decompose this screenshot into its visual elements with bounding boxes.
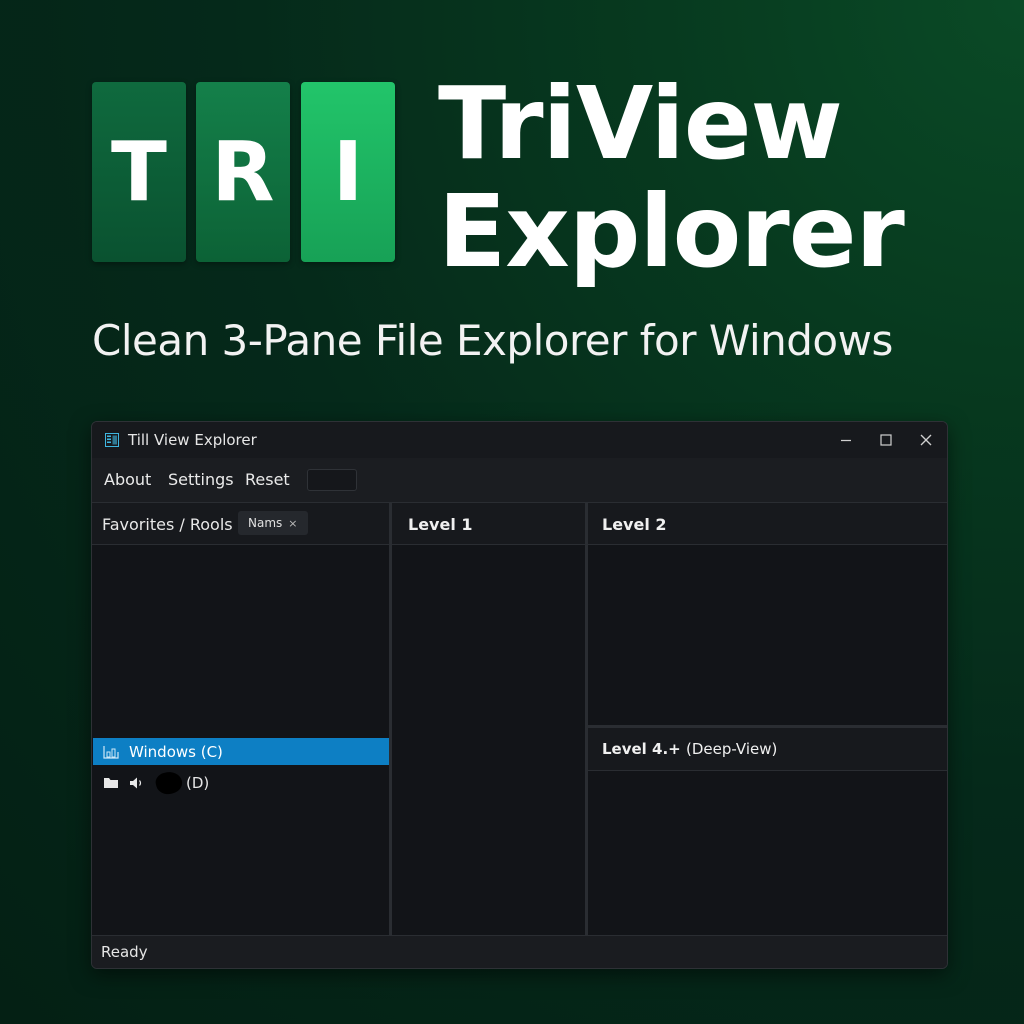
logo-tile-i: I	[301, 82, 395, 262]
app-window-icon	[105, 433, 119, 447]
logo-letter-i: I	[332, 124, 364, 220]
favorites-pane: Favorites / Rools Nams × Windows (C) (D)	[92, 503, 389, 935]
filter-chip[interactable]: Nams ×	[238, 511, 308, 535]
favorites-header: Favorites / Rools Nams ×	[92, 503, 389, 545]
tree-item-d[interactable]: (D)	[93, 768, 389, 797]
tagline: Clean 3-Pane File Explorer for Windows	[92, 316, 893, 365]
drive-icon	[102, 744, 120, 760]
logo-letter-t: T	[111, 124, 167, 220]
close-button[interactable]	[914, 428, 938, 452]
menu-empty-field[interactable]	[307, 469, 357, 491]
chip-close-icon[interactable]: ×	[288, 517, 297, 530]
level2-pane: Level 2	[588, 503, 947, 725]
brand-title: TriView Explorer	[438, 70, 905, 286]
speaker-icon	[128, 775, 146, 791]
level4-header: Level 4.+ (Deep-View)	[588, 728, 947, 771]
favorites-title: Favorites / Rools	[102, 515, 233, 534]
minimize-icon	[841, 439, 851, 442]
menu-settings[interactable]: Settings	[168, 470, 234, 489]
title-bar[interactable]: Till View Explorer	[92, 422, 947, 458]
folder-icon	[102, 775, 120, 791]
level1-title: Level 1	[408, 515, 473, 534]
maximize-button[interactable]	[874, 428, 898, 452]
tree-item-label: Windows (C)	[129, 742, 223, 761]
level4-title-main: Level 4.+	[602, 740, 681, 758]
level2-header: Level 2	[588, 503, 947, 545]
brand-line-1: TriView	[438, 65, 843, 182]
status-bar: Ready	[92, 935, 947, 968]
level4-pane: Level 4.+ (Deep-View)	[588, 728, 947, 935]
status-text: Ready	[101, 943, 148, 961]
menu-reset[interactable]: Reset	[245, 470, 290, 489]
logo-tile-r: R	[196, 82, 290, 262]
tree-item-windows-c[interactable]: Windows (C)	[93, 738, 389, 765]
redacted-label	[153, 768, 185, 797]
filter-chip-label: Nams	[248, 516, 283, 530]
window-title: Till View Explorer	[128, 431, 257, 449]
close-icon	[920, 434, 932, 446]
minimize-button[interactable]	[834, 428, 858, 452]
logo-tile-t: T	[92, 82, 186, 262]
level2-title: Level 2	[602, 515, 667, 534]
level1-pane: Level 1	[392, 503, 585, 935]
maximize-icon	[880, 434, 892, 446]
level4-title-sub: (Deep-View)	[685, 740, 778, 758]
level4-title: Level 4.+ (Deep-View)	[602, 740, 777, 758]
brand-line-2: Explorer	[438, 173, 905, 290]
logo-letter-r: R	[211, 124, 275, 220]
app-window: Till View Explorer About Settings Reset …	[91, 421, 948, 969]
menu-about[interactable]: About	[104, 470, 151, 489]
level1-header: Level 1	[392, 503, 585, 545]
menu-bar: About Settings Reset	[92, 458, 947, 503]
tree-item-label: (D)	[186, 773, 210, 792]
